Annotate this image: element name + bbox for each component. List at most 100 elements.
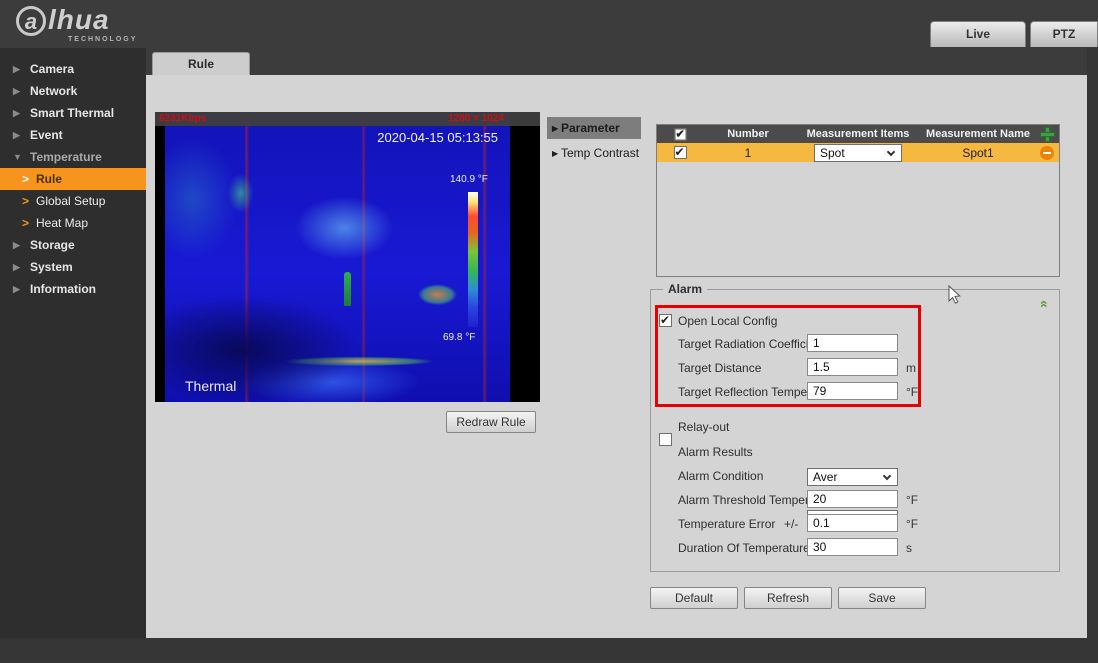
top-header: alhua TECHNOLOGY Live PTZ bbox=[0, 0, 1098, 48]
refresh-button[interactable]: Refresh bbox=[744, 587, 832, 609]
sidebar-item-system[interactable]: ▶ System bbox=[0, 256, 146, 278]
sidebar-item-label: Network bbox=[30, 80, 77, 102]
logo-a-icon: a bbox=[16, 6, 46, 36]
chevron-right-icon: ▶ bbox=[13, 234, 20, 256]
target-distance-label: Target Distance bbox=[678, 361, 761, 375]
sidebar-item-label: Smart Thermal bbox=[30, 102, 114, 124]
redraw-rule-button[interactable]: Redraw Rule bbox=[446, 411, 536, 433]
dahua-logo: alhua TECHNOLOGY bbox=[16, 4, 110, 36]
sidebar-item-label: Rule bbox=[36, 168, 62, 190]
thermal-bottle-shape bbox=[344, 272, 351, 306]
select-value: Spot bbox=[820, 146, 845, 160]
alarm-legend: Alarm bbox=[663, 282, 707, 296]
duration-of-temperature-unit: s bbox=[906, 541, 912, 555]
target-radiation-coefficient-label: Target Radiation Coefficient bbox=[678, 337, 825, 351]
sidebar-item-information[interactable]: ▶ Information bbox=[0, 278, 146, 300]
thermal-video-preview[interactable]: 6231Kbps 1280 × 1024 2020-04-15 05:13:55… bbox=[155, 112, 540, 402]
side-tab-label: Temp Contrast bbox=[561, 146, 639, 160]
temperature-error-prefix: +/- bbox=[784, 517, 798, 531]
relay-out-checkbox[interactable] bbox=[659, 433, 672, 446]
target-radiation-coefficient-input[interactable]: 1 bbox=[807, 334, 898, 352]
save-button[interactable]: Save bbox=[838, 587, 926, 609]
table-row[interactable]: 1 Spot Spot1 bbox=[657, 143, 1059, 162]
sidebar-item-temperature[interactable]: ▼ Temperature bbox=[0, 146, 146, 168]
chevron-down-icon bbox=[883, 472, 891, 480]
sidebar-item-smart-thermal[interactable]: ▶ Smart Thermal bbox=[0, 102, 146, 124]
target-reflection-temp-input[interactable]: 79 bbox=[807, 382, 898, 400]
sidebar-item-label: Camera bbox=[30, 58, 74, 80]
temperature-error-unit: °F bbox=[906, 517, 918, 531]
default-button[interactable]: Default bbox=[650, 587, 738, 609]
sidebar-item-label: Global Setup bbox=[36, 190, 105, 212]
logo-text: lhua bbox=[48, 4, 110, 35]
osd-bitrate: 6231Kbps bbox=[159, 113, 206, 124]
sidebar-item-global-setup[interactable]: > Global Setup bbox=[0, 190, 146, 212]
chevron-right-icon: ▶ bbox=[13, 124, 20, 146]
chevron-right-icon: ▶ bbox=[13, 256, 20, 278]
row-checkbox[interactable] bbox=[674, 146, 687, 159]
sidebar-item-label: Heat Map bbox=[36, 212, 88, 234]
measurement-table: Number Measurement Items Measurement Nam… bbox=[656, 124, 1060, 277]
sidebar-item-heat-map[interactable]: > Heat Map bbox=[0, 212, 146, 234]
sidebar-item-label: System bbox=[30, 256, 73, 278]
caret-right-icon: ▶ bbox=[552, 143, 558, 165]
col-header-measurement-name: Measurement Name bbox=[926, 128, 1030, 140]
chevron-right-icon: > bbox=[22, 190, 29, 212]
chevron-right-icon: ▶ bbox=[13, 102, 20, 124]
alarm-condition-label: Alarm Condition bbox=[678, 469, 763, 483]
alarm-results-label: Alarm Results bbox=[678, 445, 753, 459]
chevron-right-icon: ▶ bbox=[13, 80, 20, 102]
ptz-tab-button[interactable]: PTZ bbox=[1030, 21, 1098, 47]
sidebar-item-rule[interactable]: > Rule bbox=[0, 168, 146, 190]
logo-subtext: TECHNOLOGY bbox=[68, 36, 137, 43]
chevron-right-icon: ▶ bbox=[13, 278, 20, 300]
tab-rule[interactable]: Rule bbox=[152, 52, 250, 75]
alarm-results-select[interactable]: Aver bbox=[807, 468, 898, 486]
osd-strip: 6231Kbps 1280 × 1024 bbox=[155, 112, 540, 126]
osd-timestamp: 2020-04-15 05:13:55 bbox=[377, 130, 498, 145]
content-panel: Rule 6231Kbps 1280 × 1024 2020-04-15 05:… bbox=[146, 48, 1087, 638]
tab-parameter[interactable]: ▶ Parameter bbox=[547, 117, 641, 139]
sidebar-item-event[interactable]: ▶ Event bbox=[0, 124, 146, 146]
select-all-checkbox[interactable] bbox=[674, 128, 686, 140]
row-number: 1 bbox=[745, 146, 752, 160]
sidebar-item-network[interactable]: ▶ Network bbox=[0, 80, 146, 102]
temperature-error-input[interactable]: 0.1 bbox=[807, 514, 898, 532]
chevron-right-icon: > bbox=[22, 212, 29, 234]
relay-out-label: Relay-out bbox=[678, 420, 729, 434]
col-header-number: Number bbox=[727, 128, 769, 140]
sidebar-item-label: Information bbox=[30, 278, 96, 300]
temperature-scale-bar bbox=[468, 192, 478, 327]
duration-of-temperature-input[interactable]: 30 bbox=[807, 538, 898, 556]
alarm-threshold-temp-unit: °F bbox=[906, 493, 918, 507]
target-distance-unit: m bbox=[906, 361, 916, 375]
scale-max-label: 140.9 °F bbox=[450, 174, 488, 185]
tab-temp-contrast[interactable]: ▶ Temp Contrast bbox=[547, 142, 641, 164]
mouse-cursor-icon bbox=[946, 285, 962, 305]
add-rule-icon[interactable] bbox=[1041, 128, 1054, 141]
target-reflection-temp-unit: °F bbox=[906, 385, 918, 399]
side-tab-label: Parameter bbox=[561, 121, 620, 135]
chevron-down-icon bbox=[887, 147, 895, 155]
delete-rule-icon[interactable] bbox=[1040, 146, 1054, 160]
open-local-config-label: Open Local Config bbox=[678, 314, 777, 328]
stream-name-label: Thermal bbox=[185, 378, 236, 394]
caret-right-icon: ▶ bbox=[552, 118, 558, 140]
open-local-config-checkbox[interactable] bbox=[659, 314, 672, 327]
sidebar-item-label: Storage bbox=[30, 234, 75, 256]
live-tab-button[interactable]: Live bbox=[930, 21, 1026, 47]
target-distance-input[interactable]: 1.5 bbox=[807, 358, 898, 376]
chevron-down-icon: ▼ bbox=[13, 146, 22, 168]
sidebar-item-storage[interactable]: ▶ Storage bbox=[0, 234, 146, 256]
alarm-groupbox: Alarm « Open Local Config Target Radiati… bbox=[650, 289, 1060, 572]
select-value: Aver bbox=[813, 470, 837, 484]
sidebar-item-camera[interactable]: ▶ Camera bbox=[0, 58, 146, 80]
sidebar-item-label: Temperature bbox=[30, 146, 102, 168]
measurement-item-select[interactable]: Spot bbox=[814, 144, 902, 162]
row-measurement-name: Spot1 bbox=[962, 146, 993, 160]
temperature-error-label: Temperature Error bbox=[678, 517, 775, 531]
content-area: 6231Kbps 1280 × 1024 2020-04-15 05:13:55… bbox=[146, 75, 1087, 638]
sidebar-item-label: Event bbox=[30, 124, 63, 146]
alarm-threshold-temp-input[interactable]: 20 bbox=[807, 490, 898, 508]
collapse-icon[interactable]: « bbox=[1037, 300, 1053, 308]
